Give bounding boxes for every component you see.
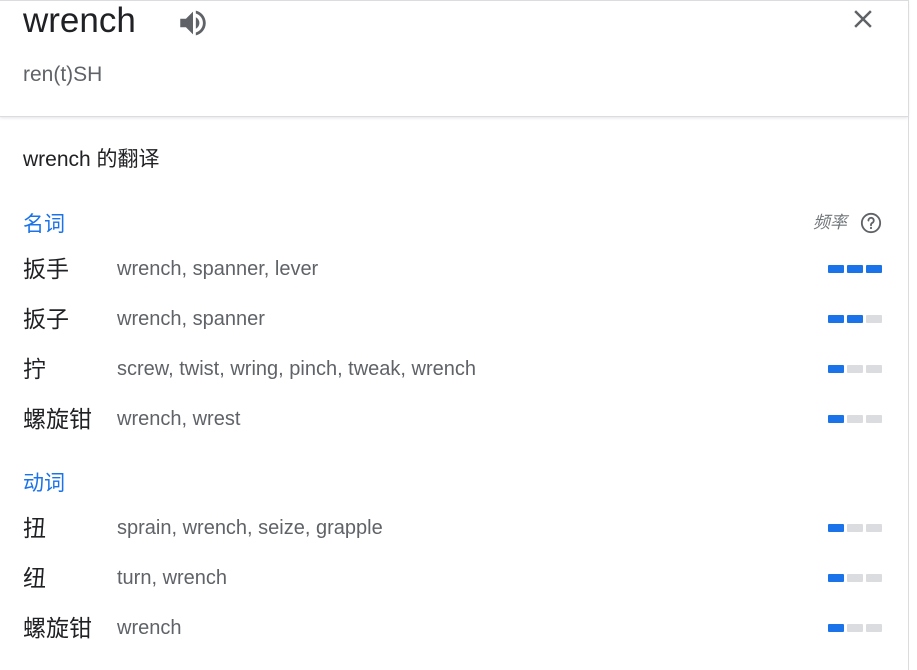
translation-row[interactable]: 扳子 wrench, spanner <box>0 299 908 349</box>
close-icon[interactable] <box>848 4 878 34</box>
translation-term: 扭 <box>23 515 46 541</box>
frequency-bar <box>828 524 844 532</box>
translation-synonyms: wrench, wrest <box>117 408 241 430</box>
phonetic: ren(t)SH <box>23 63 103 86</box>
frequency-bar <box>847 524 863 532</box>
headword: wrench <box>23 1 136 40</box>
translation-term: 螺旋钳 <box>23 615 92 641</box>
frequency-meter <box>828 574 882 582</box>
frequency-bar <box>866 574 882 582</box>
translation-synonyms: sprain, wrench, seize, grapple <box>117 517 383 539</box>
frequency-label: 频率 <box>813 213 847 232</box>
frequency-bar <box>866 524 882 532</box>
frequency-bar <box>866 415 882 423</box>
pos-label-verb: 动词 <box>23 472 65 495</box>
frequency-bar <box>866 315 882 323</box>
translation-synonyms: turn, wrench <box>117 567 228 589</box>
frequency-bar <box>847 315 863 323</box>
translation-row[interactable]: 拧 screw, twist, wring, pinch, tweak, wren… <box>0 349 908 399</box>
frequency-meter <box>828 315 882 323</box>
frequency-bar <box>847 415 863 423</box>
translation-term: 拧 <box>23 356 46 382</box>
translation-row[interactable]: 扳手 wrench, spanner, lever <box>0 249 908 299</box>
frequency-meter <box>828 365 882 373</box>
translation-synonyms: wrench, spanner, lever <box>117 258 319 280</box>
word-card: wrench ren(t)SH <box>0 0 908 117</box>
frequency-bar <box>866 624 882 632</box>
frequency-bar <box>866 365 882 373</box>
speaker-icon[interactable] <box>176 6 210 40</box>
frequency-bar <box>866 265 882 273</box>
translation-term: 纽 <box>23 565 46 591</box>
translation-row[interactable]: 螺旋钳 wrench <box>0 608 908 658</box>
translation-term: 扳子 <box>23 306 69 332</box>
frequency-bar <box>847 265 863 273</box>
translations-title: wrench 的翻译 <box>23 148 160 171</box>
translation-row[interactable]: 扭 sprain, wrench, seize, grapple <box>0 508 908 558</box>
frequency-meter <box>828 624 882 632</box>
pos-label-noun: 名词 <box>23 213 65 236</box>
translation-synonyms: screw, twist, wring, pinch, tweak, wrenc… <box>117 358 477 380</box>
translation-term: 扳手 <box>23 256 69 282</box>
frequency-bar <box>847 365 863 373</box>
translation-synonyms: wrench, spanner <box>117 308 265 330</box>
translation-term: 螺旋钳 <box>23 406 92 432</box>
frequency-meter <box>828 524 882 532</box>
frequency-bar <box>847 574 863 582</box>
translation-synonyms: wrench <box>117 617 182 639</box>
frequency-bar <box>828 265 844 273</box>
frequency-bar <box>847 624 863 632</box>
frequency-bar <box>828 415 844 423</box>
translation-row[interactable]: 螺旋钳 wrench, wrest <box>0 399 908 449</box>
help-circle-icon[interactable] <box>860 212 882 234</box>
frequency-bar <box>828 624 844 632</box>
panel-border <box>908 0 909 670</box>
frequency-meter <box>828 265 882 273</box>
frequency-meter <box>828 415 882 423</box>
frequency-bar <box>828 365 844 373</box>
frequency-bar <box>828 574 844 582</box>
frequency-bar <box>828 315 844 323</box>
translation-row[interactable]: 纽 turn, wrench <box>0 558 908 608</box>
